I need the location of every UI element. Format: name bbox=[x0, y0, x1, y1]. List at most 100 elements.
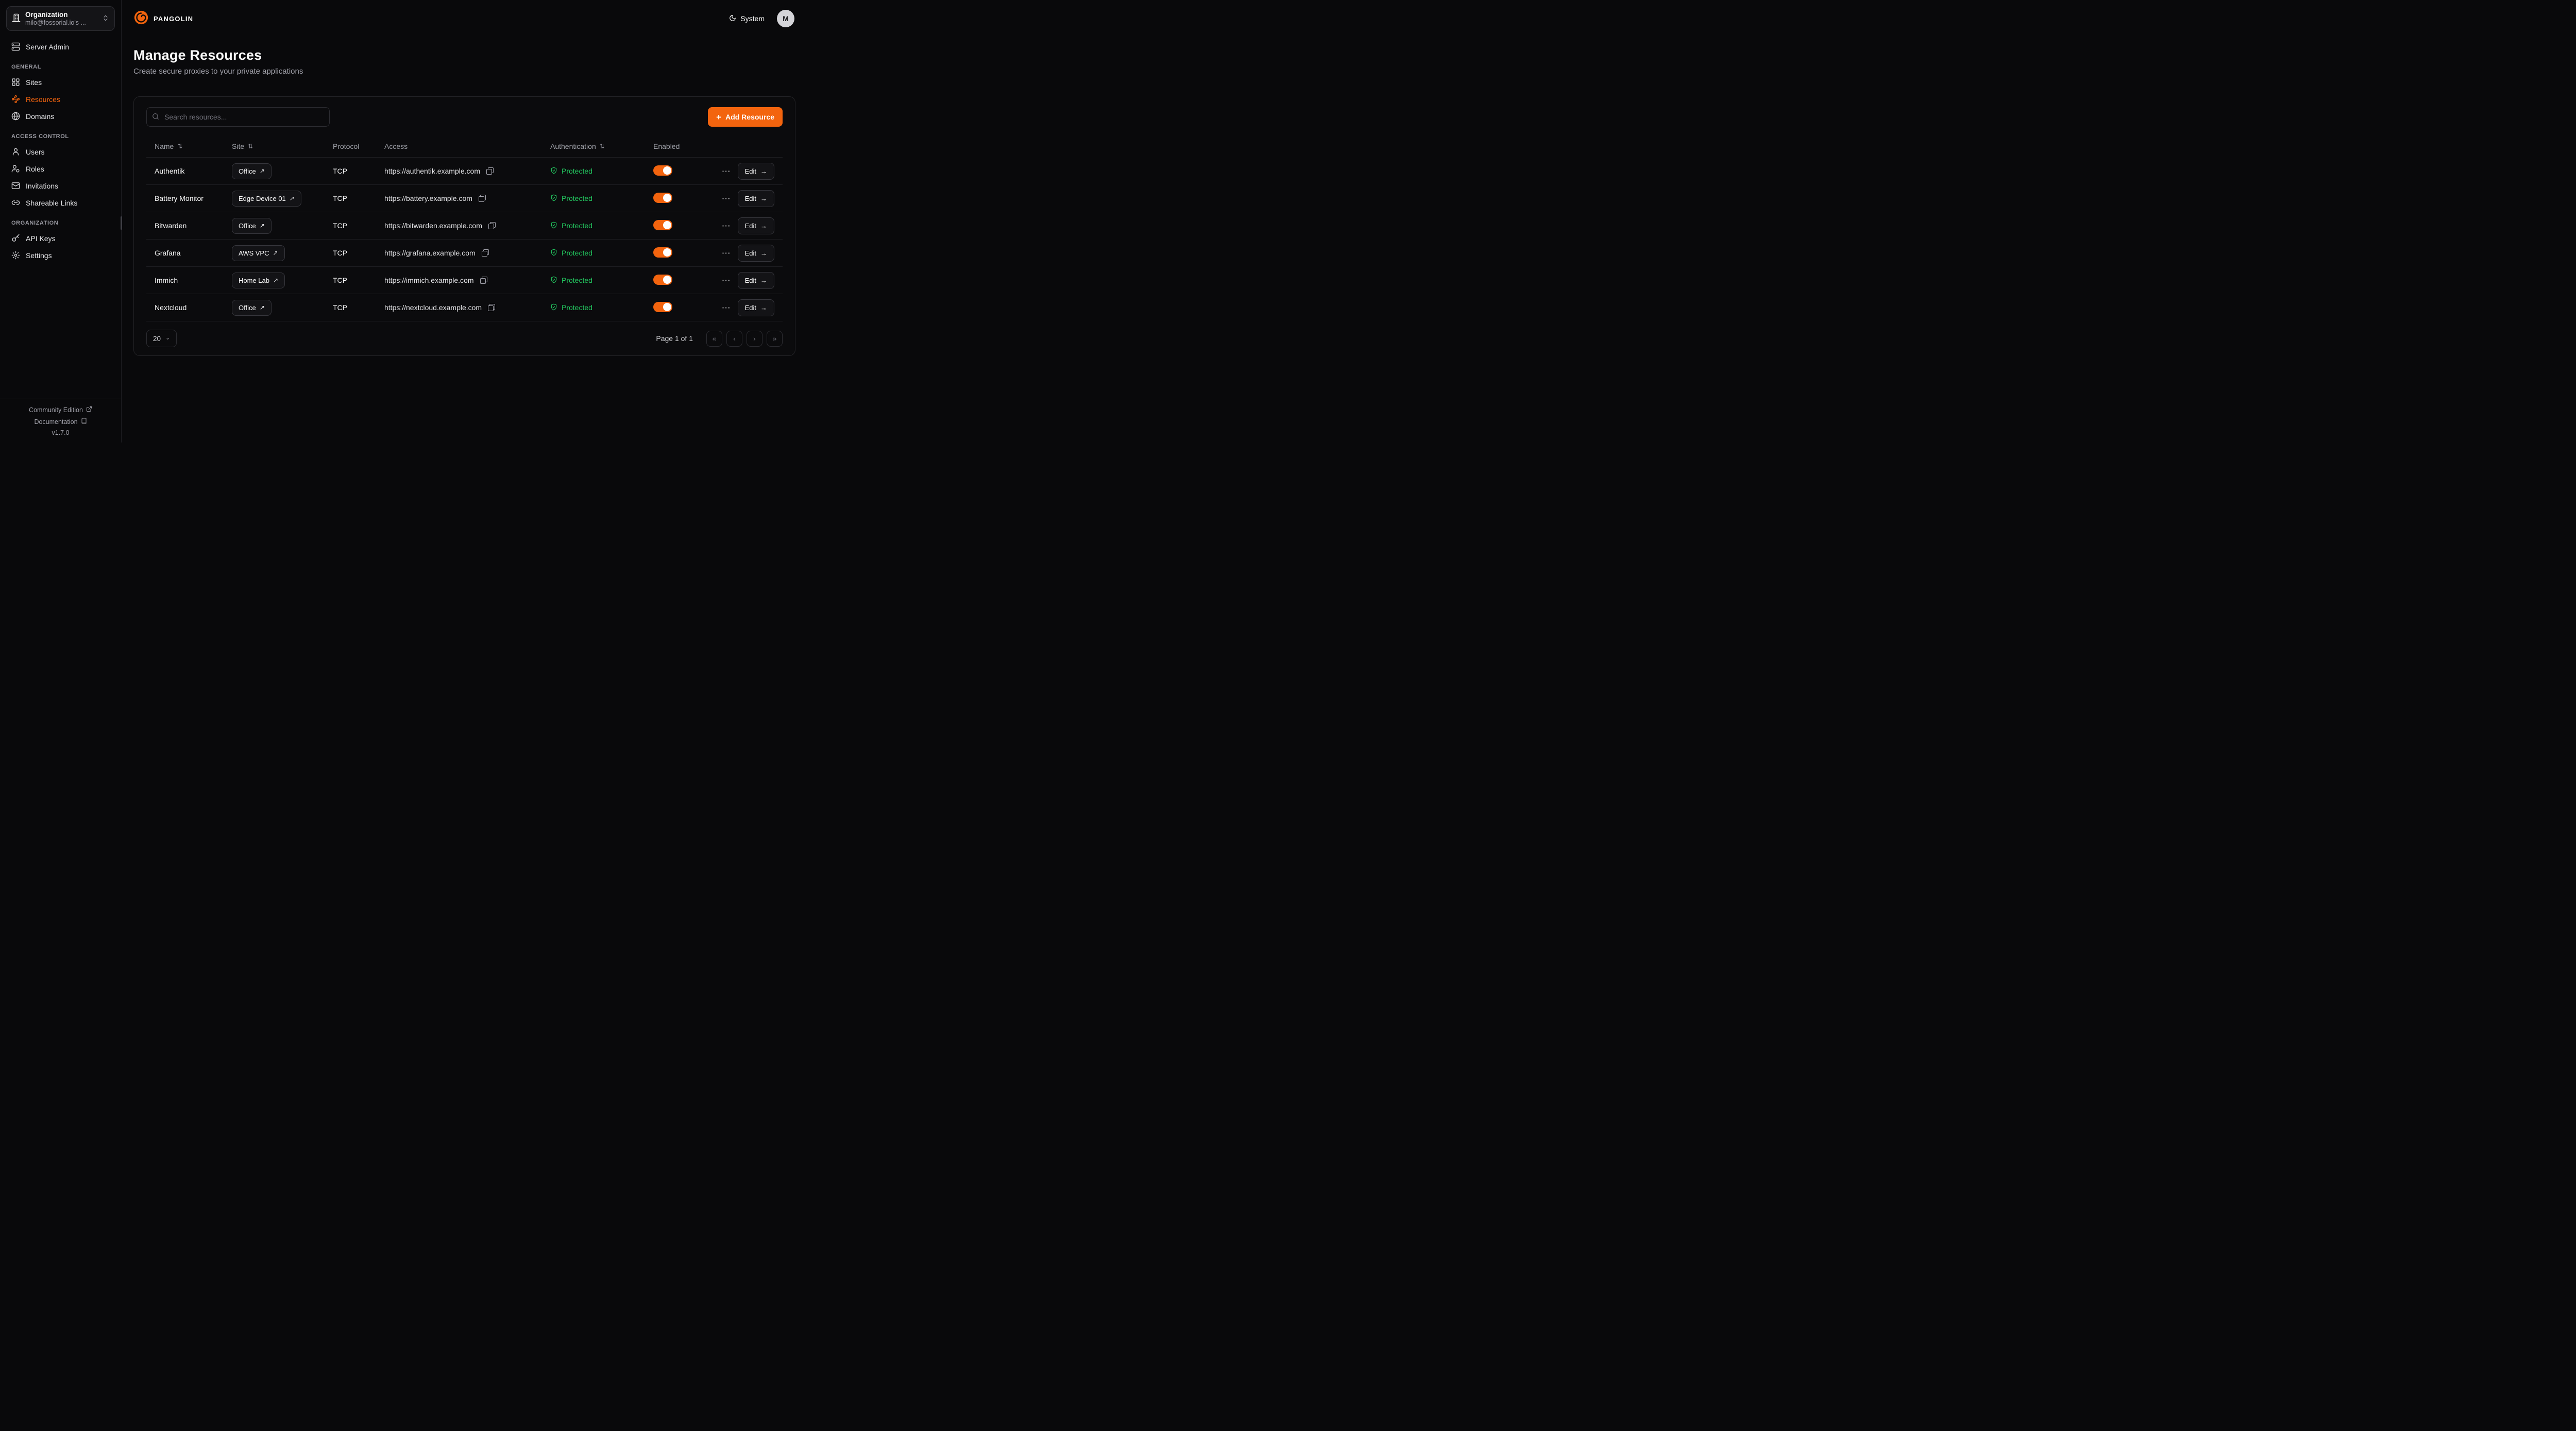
copy-icon bbox=[480, 277, 487, 284]
copy-url-button[interactable] bbox=[487, 303, 496, 312]
arrow-right-icon: → bbox=[760, 167, 767, 175]
row-menu-button[interactable]: ⋯ bbox=[721, 249, 732, 258]
theme-toggle-button[interactable]: System bbox=[726, 14, 768, 24]
protocol-value: TCP bbox=[333, 276, 384, 284]
sort-icon[interactable]: ⇅ bbox=[177, 143, 182, 150]
arrow-right-icon: → bbox=[760, 195, 767, 202]
enabled-toggle[interactable] bbox=[653, 275, 672, 285]
protocol-value: TCP bbox=[333, 222, 384, 230]
community-edition-link[interactable]: Community Edition bbox=[26, 405, 95, 414]
row-menu-button[interactable]: ⋯ bbox=[721, 222, 732, 230]
site-link-button[interactable]: Home Lab↗ bbox=[232, 272, 285, 288]
copy-url-button[interactable] bbox=[487, 221, 497, 230]
site-link-button[interactable]: Office↗ bbox=[232, 218, 272, 234]
table-row: Grafana AWS VPC↗ TCP https://grafana.exa… bbox=[146, 240, 783, 267]
copy-icon bbox=[488, 222, 496, 229]
documentation-link[interactable]: Documentation bbox=[31, 417, 90, 426]
card-toolbar: + Add Resource bbox=[146, 107, 783, 127]
page-indicator: Page 1 of 1 bbox=[656, 334, 693, 343]
theme-label: System bbox=[740, 14, 765, 23]
sidebar-item-settings[interactable]: Settings bbox=[6, 247, 115, 264]
sidebar-item-invitations[interactable]: Invitations bbox=[6, 177, 115, 194]
page-size-value: 20 bbox=[153, 335, 161, 343]
access-url: https://bitwarden.example.com bbox=[384, 222, 482, 230]
sort-icon[interactable]: ⇅ bbox=[600, 143, 605, 150]
site-link-button[interactable]: Office↗ bbox=[232, 163, 272, 179]
chevrons-up-down-icon bbox=[102, 14, 109, 23]
copy-url-button[interactable] bbox=[481, 248, 490, 258]
search-input[interactable] bbox=[146, 107, 330, 127]
row-menu-button[interactable]: ⋯ bbox=[721, 194, 732, 203]
first-page-button[interactable]: « bbox=[706, 331, 722, 347]
sidebar-item-sites[interactable]: Sites bbox=[6, 74, 115, 91]
resources-card: + Add Resource Name ⇅ Site ⇅ Protocol bbox=[133, 96, 795, 356]
add-resource-label: Add Resource bbox=[725, 113, 774, 121]
page-content: Manage Resources Create secure proxies t… bbox=[122, 37, 808, 356]
auth-status-badge: Protected bbox=[562, 167, 592, 175]
sidebar-item-server-admin[interactable]: Server Admin bbox=[6, 38, 115, 55]
external-link-icon: ↗ bbox=[260, 167, 265, 175]
sidebar-item-domains[interactable]: Domains bbox=[6, 108, 115, 125]
sidebar-item-api-keys[interactable]: API Keys bbox=[6, 230, 115, 247]
next-page-button[interactable]: › bbox=[747, 331, 762, 347]
sidebar-nav: Server Admin GENERAL Sites Resources Dom bbox=[6, 38, 115, 264]
avatar[interactable]: M bbox=[777, 10, 794, 27]
sidebar-item-label: API Keys bbox=[26, 234, 56, 243]
edit-button[interactable]: Edit→ bbox=[738, 272, 774, 289]
copy-url-button[interactable] bbox=[478, 194, 487, 203]
last-page-button[interactable]: » bbox=[767, 331, 783, 347]
sidebar-item-roles[interactable]: Roles bbox=[6, 160, 115, 177]
sidebar: Organization milo@fossorial.io's ... Ser… bbox=[0, 0, 122, 442]
previous-page-button[interactable]: ‹ bbox=[726, 331, 742, 347]
sidebar-item-label: Shareable Links bbox=[26, 199, 77, 207]
protocol-value: TCP bbox=[333, 249, 384, 257]
copy-url-button[interactable] bbox=[485, 166, 495, 176]
sidebar-item-users[interactable]: Users bbox=[6, 143, 115, 160]
site-link-button[interactable]: AWS VPC↗ bbox=[232, 245, 285, 261]
shield-check-icon bbox=[550, 194, 557, 203]
sort-icon[interactable]: ⇅ bbox=[248, 143, 253, 150]
enabled-toggle[interactable] bbox=[653, 193, 672, 203]
sidebar-resize-handle[interactable] bbox=[121, 216, 122, 230]
row-menu-button[interactable]: ⋯ bbox=[721, 167, 732, 176]
column-header-name: Name ⇅ bbox=[155, 142, 232, 150]
sidebar-item-resources[interactable]: Resources bbox=[6, 91, 115, 108]
search-icon bbox=[152, 113, 159, 123]
site-link-button[interactable]: Office↗ bbox=[232, 300, 272, 316]
edit-button[interactable]: Edit→ bbox=[738, 299, 774, 316]
row-menu-button[interactable]: ⋯ bbox=[721, 303, 732, 312]
table-header: Name ⇅ Site ⇅ Protocol Access Authentica bbox=[146, 135, 783, 158]
enabled-toggle[interactable] bbox=[653, 220, 672, 230]
org-selector[interactable]: Organization milo@fossorial.io's ... bbox=[6, 6, 115, 31]
enabled-toggle[interactable] bbox=[653, 302, 672, 312]
external-link-icon: ↗ bbox=[260, 222, 265, 229]
edit-button[interactable]: Edit→ bbox=[738, 163, 774, 180]
enabled-toggle[interactable] bbox=[653, 165, 672, 176]
shield-check-icon bbox=[550, 167, 557, 176]
sidebar-item-shareable-links[interactable]: Shareable Links bbox=[6, 194, 115, 211]
sidebar-item-label: Resources bbox=[26, 95, 60, 104]
site-link-button[interactable]: Edge Device 01↗ bbox=[232, 191, 301, 207]
pangolin-logo-icon bbox=[133, 10, 149, 28]
table-footer: 20 ⌄ Page 1 of 1 « ‹ › » bbox=[146, 330, 783, 347]
row-menu-button[interactable]: ⋯ bbox=[721, 276, 732, 285]
edit-button[interactable]: Edit→ bbox=[738, 190, 774, 207]
page-size-select[interactable]: 20 ⌄ bbox=[146, 330, 177, 347]
table-row: Battery Monitor Edge Device 01↗ TCP http… bbox=[146, 185, 783, 212]
add-resource-button[interactable]: + Add Resource bbox=[708, 107, 783, 127]
section-label-organization: ORGANIZATION bbox=[11, 220, 110, 226]
access-url: https://battery.example.com bbox=[384, 194, 472, 202]
external-link-icon: ↗ bbox=[273, 277, 278, 284]
version-label: v1.7.0 bbox=[52, 429, 69, 436]
enabled-toggle[interactable] bbox=[653, 247, 672, 258]
auth-status-badge: Protected bbox=[562, 222, 592, 230]
main-area: PANGOLIN System M Manage Resources Creat… bbox=[122, 0, 808, 442]
copy-url-button[interactable] bbox=[479, 276, 488, 285]
resource-name: Nextcloud bbox=[155, 303, 232, 312]
external-link-icon: ↗ bbox=[273, 249, 278, 257]
shield-check-icon bbox=[550, 249, 557, 258]
mail-icon bbox=[11, 181, 20, 190]
edit-button[interactable]: Edit→ bbox=[738, 245, 774, 262]
edit-button[interactable]: Edit→ bbox=[738, 217, 774, 234]
gear-icon bbox=[11, 251, 20, 260]
